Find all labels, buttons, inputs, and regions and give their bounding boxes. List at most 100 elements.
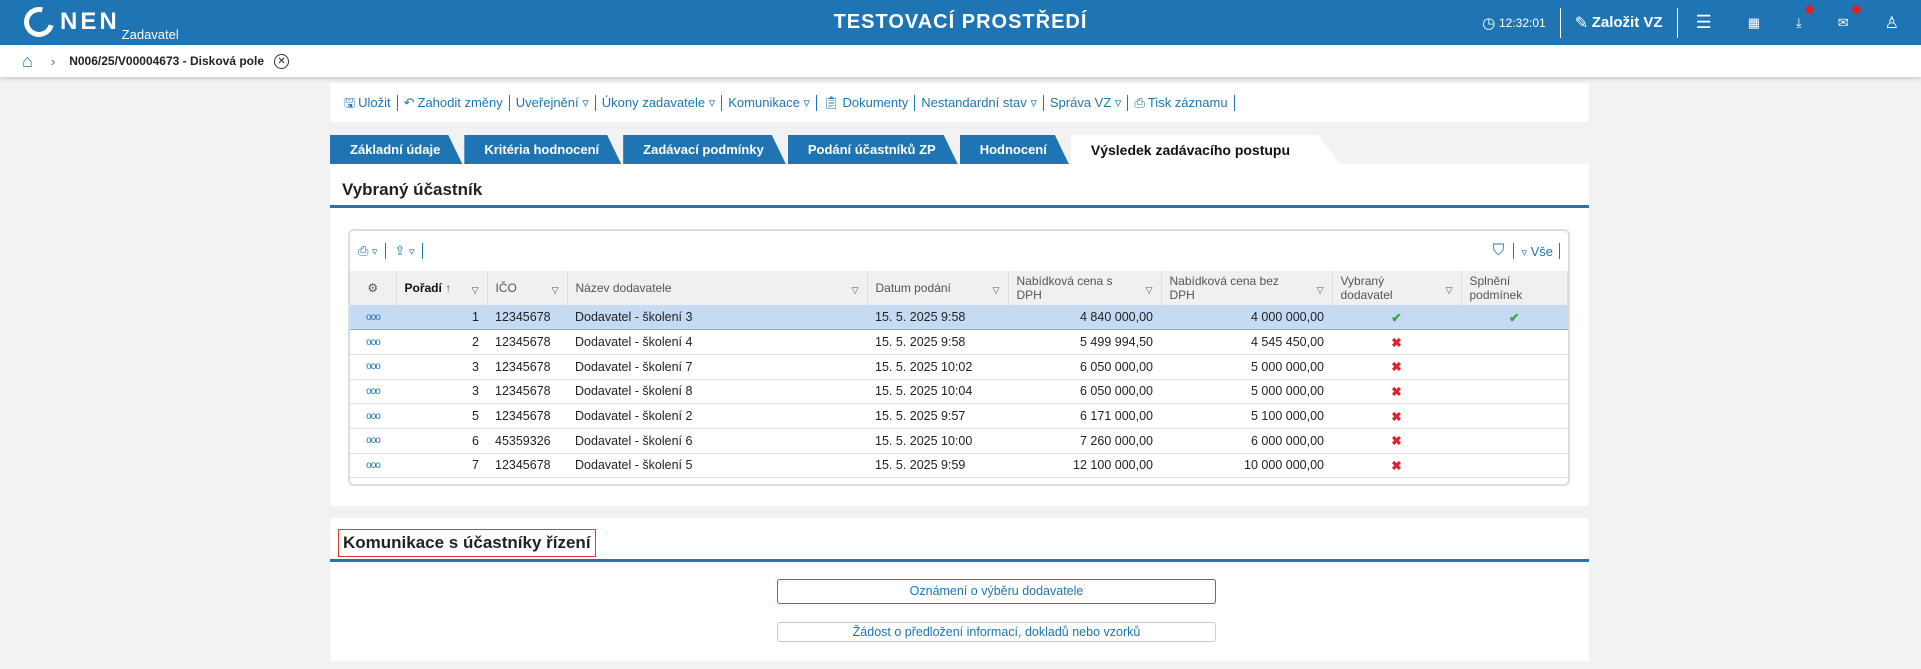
- participants-table: ⚙ Pořadí ↑ ▽ IČO ▽ Název dodavatele ▽ Datum…: [350, 271, 1568, 479]
- clipboard-icon: 📋︎: [822, 94, 840, 110]
- cell-rank: 3: [396, 354, 487, 380]
- publication-menu[interactable]: Uveřejnění ▿: [510, 94, 596, 111]
- row-actions-button[interactable]: ooo: [350, 305, 396, 331]
- table-row[interactable]: ooo 5 12345678 Dodavatel - školení 2 15.…: [350, 403, 1568, 429]
- cell-price-novat: 5 100 000,00: [1161, 403, 1332, 429]
- calendar-button[interactable]: ▦: [1730, 9, 1778, 37]
- communication-menu[interactable]: Komunikace ▿: [722, 94, 817, 111]
- cell-date: 15. 5. 2025 9:59: [867, 453, 1008, 479]
- row-actions-button[interactable]: ooo: [350, 329, 396, 355]
- tab-conditions[interactable]: Zadávací podmínky: [623, 135, 786, 164]
- breadcrumb-current[interactable]: N006/25/V00004673 - Disková pole: [69, 54, 264, 68]
- user-button[interactable]: ♙: [1867, 9, 1921, 37]
- row-actions-button[interactable]: ooo: [350, 428, 396, 454]
- row-actions-button[interactable]: ooo: [350, 403, 396, 429]
- table-row[interactable]: ooo 7 12345678 Dodavatel - školení 5 15.…: [350, 453, 1568, 479]
- menu-button[interactable]: ☰: [1678, 9, 1730, 37]
- table-row[interactable]: ooo 6 45359326 Dodavatel - školení 6 15.…: [350, 428, 1568, 454]
- notification-dot: [1851, 4, 1861, 14]
- cross-icon: ✖: [1332, 403, 1461, 429]
- view-filter-dropdown[interactable]: ▿ Vše: [1522, 244, 1553, 259]
- nen-logo[interactable]: NEN Zadavatel: [18, 1, 179, 43]
- column-selected[interactable]: Vybraný dodavatel ▽: [1332, 271, 1462, 305]
- discard-button[interactable]: ↶ Zahodit změny: [398, 94, 510, 111]
- cell-ico: 12345678: [487, 329, 567, 355]
- undo-icon: ↶: [403, 94, 415, 110]
- row-actions-button[interactable]: ooo: [350, 354, 396, 380]
- request-documents-button[interactable]: Žádost o předložení informací, dokladů n…: [777, 622, 1216, 642]
- section-title: Vybraný účastník: [342, 180, 483, 199]
- close-icon[interactable]: ✕: [274, 53, 290, 69]
- cell-rank: 6: [396, 428, 487, 454]
- home-icon[interactable]: ⌂: [22, 51, 33, 72]
- documents-button[interactable]: 📋︎ Dokumenty: [817, 94, 916, 111]
- tab-criteria[interactable]: Kritéria hodnocení: [464, 135, 621, 164]
- cell-price-novat: 4 000 000,00: [1161, 305, 1332, 331]
- table-row[interactable]: ooo 1 12345678 Dodavatel - školení 3 15.…: [350, 305, 1568, 331]
- edit-icon: ✎: [1574, 14, 1589, 32]
- cell-name: Dodavatel - školení 6: [567, 428, 867, 454]
- cell-price-vat: 7 260 000,00: [1008, 428, 1161, 454]
- cell-ico: 12345678: [487, 305, 567, 331]
- clock-icon: ◷: [1482, 14, 1496, 32]
- tab-basic-info[interactable]: Základní údaje: [330, 135, 462, 164]
- table-row[interactable]: ooo 3 12345678 Dodavatel - školení 7 15.…: [350, 354, 1568, 380]
- column-rank[interactable]: Pořadí ↑ ▽: [396, 271, 488, 305]
- cell-rank: 7: [396, 453, 487, 479]
- cell-conditions: [1461, 428, 1568, 454]
- export-menu[interactable]: ⇪ ▿: [394, 243, 414, 259]
- cell-price-novat: 5 000 000,00: [1161, 354, 1332, 380]
- tab-evaluation[interactable]: Hodnocení: [960, 135, 1069, 164]
- check-icon: ✔: [1461, 305, 1568, 331]
- cell-name: Dodavatel - školení 4: [567, 329, 867, 355]
- print-menu[interactable]: ⎙ ▿: [358, 243, 377, 259]
- selection-notice-button[interactable]: Oznámení o výběru dodavatele: [777, 579, 1216, 604]
- cell-date: 15. 5. 2025 10:02: [867, 354, 1008, 380]
- nonstandard-state-menu[interactable]: Nestandardní stav ▿: [915, 94, 1044, 111]
- save-icon: 🖫: [344, 94, 356, 110]
- actions-menu[interactable]: Úkony zadavatele ▿: [596, 94, 723, 111]
- downloads-button[interactable]: ⤓: [1778, 4, 1820, 37]
- tab-bar: Základní údaje Kritéria hodnocení Zadáva…: [330, 135, 1342, 164]
- table-row[interactable]: ooo 2 12345678 Dodavatel - školení 4 15.…: [350, 329, 1568, 355]
- cell-price-vat: 4 840 000,00: [1008, 305, 1161, 331]
- session-clock: ◷ 12:32:01: [1482, 14, 1546, 32]
- vz-management-menu[interactable]: Správa VZ ▿: [1044, 94, 1129, 111]
- cell-ico: 12345678: [487, 453, 567, 479]
- print-record-button[interactable]: ⎙ Tisk záznamu: [1128, 94, 1235, 111]
- cell-date: 15. 5. 2025 9:58: [867, 305, 1008, 331]
- tab-submissions[interactable]: Podání účastníků ZP: [788, 135, 958, 164]
- cell-rank: 2: [396, 329, 487, 355]
- filter-icon[interactable]: ⛉: [1493, 242, 1505, 260]
- create-vz-button[interactable]: ✎ Založit VZ: [1561, 9, 1677, 37]
- cell-name: Dodavatel - školení 2: [567, 403, 867, 429]
- row-actions-button[interactable]: ooo: [350, 379, 396, 405]
- column-conditions[interactable]: Splnění podmínek: [1461, 271, 1568, 305]
- cell-name: Dodavatel - školení 3: [567, 305, 867, 331]
- save-button[interactable]: 🖫 Uložit: [338, 94, 398, 111]
- cell-price-vat: 6 171 000,00: [1008, 403, 1161, 429]
- divider: [330, 559, 1589, 562]
- table-row[interactable]: ooo 3 12345678 Dodavatel - školení 8 15.…: [350, 379, 1568, 405]
- column-price-vat[interactable]: Nabídková cena s DPH ▽: [1008, 271, 1162, 305]
- row-actions-button[interactable]: ooo: [350, 453, 396, 479]
- column-settings-button[interactable]: ⚙: [350, 271, 397, 305]
- tab-result[interactable]: Výsledek zadávacího postupu: [1071, 135, 1340, 164]
- cell-price-novat: 4 545 450,00: [1161, 329, 1332, 355]
- print-icon: ⎙: [1134, 94, 1145, 110]
- cell-name: Dodavatel - školení 5: [567, 453, 867, 479]
- cell-price-vat: 12 100 000,00: [1008, 453, 1161, 479]
- messages-button[interactable]: ✉: [1820, 4, 1867, 37]
- app-header: NEN Zadavatel TESTOVACÍ PROSTŘEDÍ ◷ 12:32…: [0, 0, 1921, 45]
- selected-participant-section: Vybraný účastník ⎙ ▿ ⇪ ▿ ⛉ ▿ Vše ⚙ Pořad…: [330, 164, 1589, 506]
- action-toolbar: 🖫 Uložit ↶ Zahodit změny Uveřejnění ▿ Úkon…: [330, 83, 1589, 122]
- column-price-novat[interactable]: Nabídková cena bez DPH ▽: [1161, 271, 1333, 305]
- column-ico[interactable]: IČO ▽: [487, 271, 568, 305]
- column-name[interactable]: Název dodavatele ▽: [567, 271, 868, 305]
- check-icon: ✔: [1332, 305, 1461, 331]
- cross-icon: ✖: [1332, 453, 1461, 479]
- cross-icon: ✖: [1332, 354, 1461, 380]
- column-date[interactable]: Datum podání ▽: [867, 271, 1009, 305]
- cell-price-vat: 6 050 000,00: [1008, 354, 1161, 380]
- cell-price-novat: 5 000 000,00: [1161, 379, 1332, 405]
